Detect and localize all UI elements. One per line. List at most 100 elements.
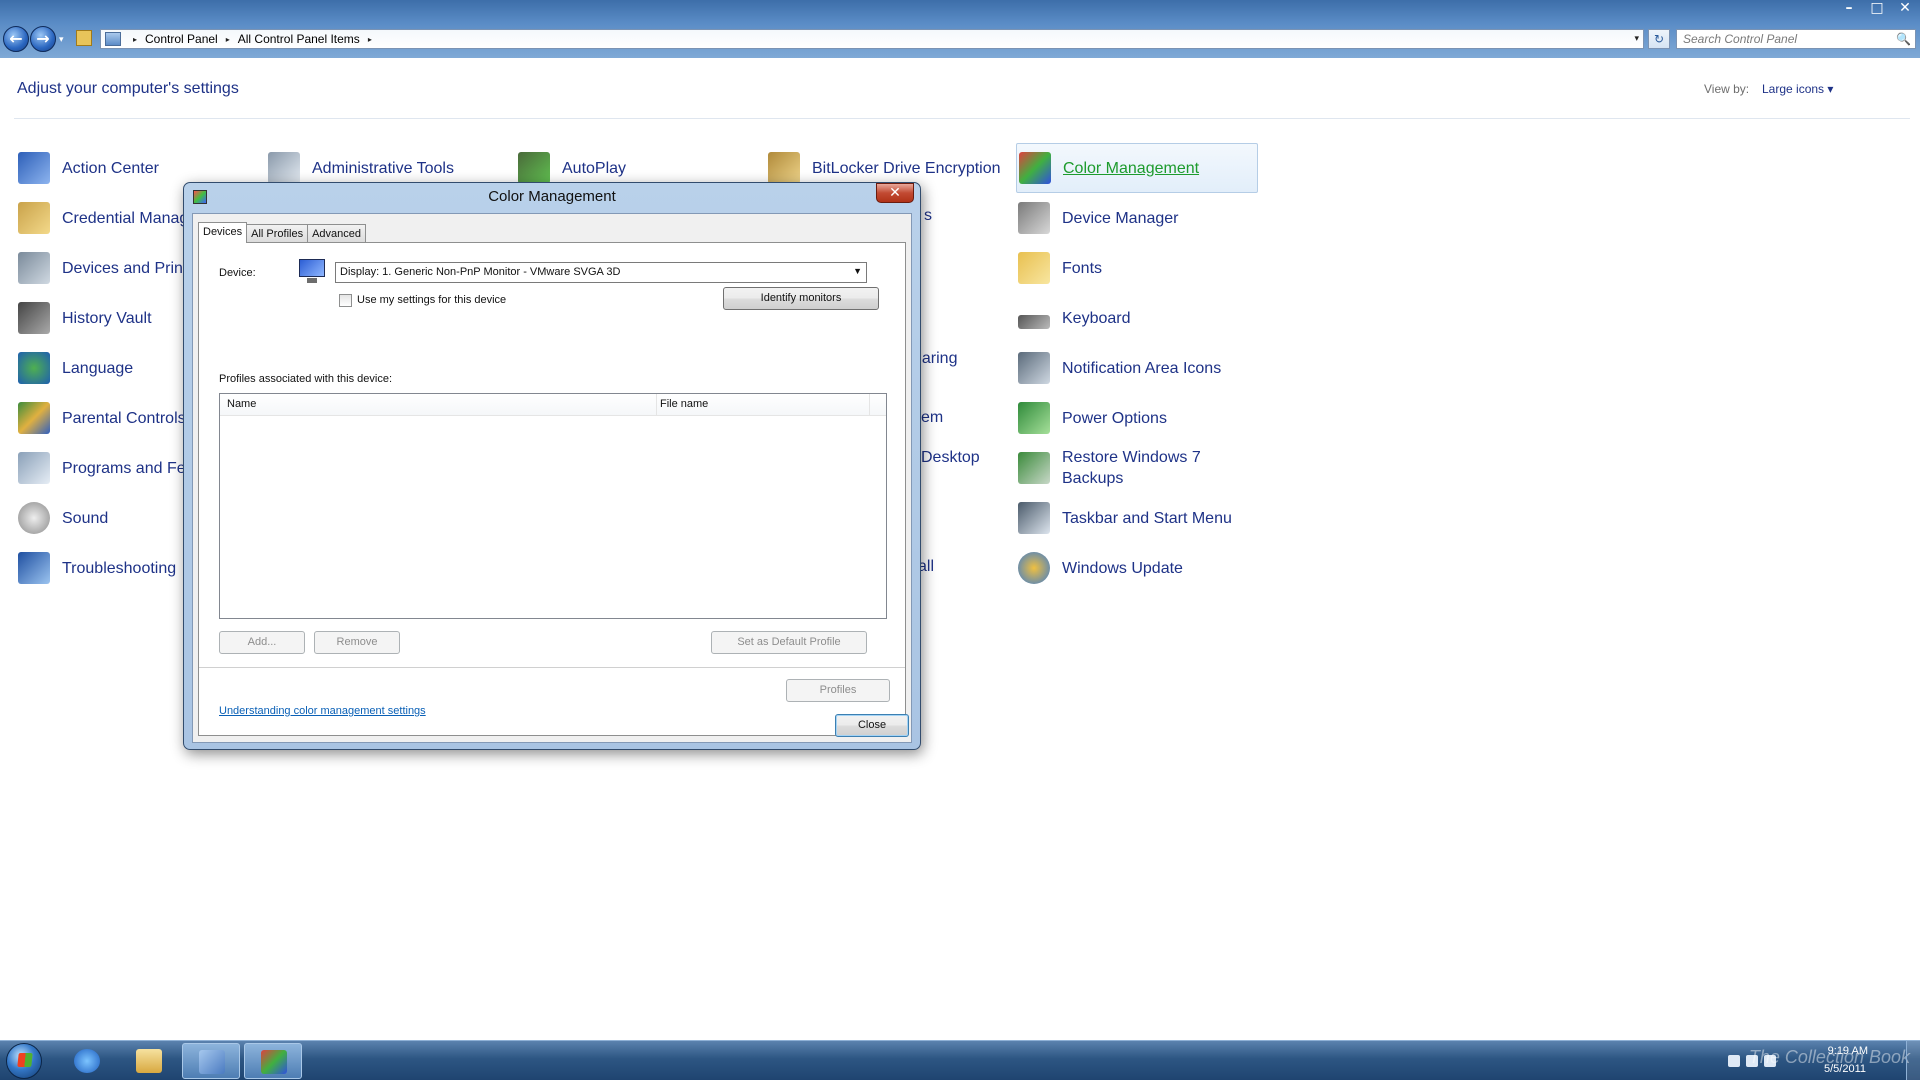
devices-tab-panel: Device: Display: 1. Generic Non-PnP Moni…: [198, 242, 906, 736]
action-center-flag-icon[interactable]: [1728, 1055, 1740, 1067]
hidden-item-label: em: [921, 409, 944, 426]
parental-controls-icon: [18, 402, 50, 434]
page-title: Adjust your computer's settings: [17, 80, 239, 97]
use-my-settings-checkbox[interactable]: [339, 294, 352, 307]
address-bar[interactable]: ▸ Control Panel ▸ All Control Panel Item…: [100, 29, 1644, 49]
taskbar-windows-explorer[interactable]: [120, 1043, 178, 1079]
cp-item-credential-manager[interactable]: Credential Manager: [18, 196, 203, 240]
cp-item-troubleshooting[interactable]: Troubleshooting: [18, 546, 176, 590]
folder-up-icon[interactable]: [76, 30, 92, 46]
autoplay-icon: [518, 152, 550, 184]
printer-icon: [18, 252, 50, 284]
cp-item-devices-and-printers[interactable]: Devices and Printers: [18, 246, 210, 290]
tab-devices[interactable]: Devices: [198, 222, 248, 243]
cp-item-label: Notification Area Icons: [1062, 359, 1222, 377]
cp-item-device-manager[interactable]: Device Manager: [1018, 196, 1179, 240]
taskbar-internet-explorer[interactable]: [58, 1043, 116, 1079]
refresh-button[interactable]: ↻: [1648, 29, 1670, 49]
breadcrumb-control-panel[interactable]: Control Panel: [145, 32, 218, 46]
start-button[interactable]: [6, 1043, 42, 1079]
chevron-down-icon: ▼: [853, 266, 862, 276]
cp-item-label: BitLocker Drive Encryption: [812, 159, 1001, 177]
column-divider[interactable]: [869, 394, 870, 416]
cp-item-action-center[interactable]: Action Center: [18, 146, 159, 190]
internet-explorer-icon: [74, 1049, 100, 1073]
minimize-button[interactable]: –: [1838, 0, 1860, 17]
address-history-dropdown[interactable]: ▾: [1634, 33, 1639, 44]
tab-all-profiles[interactable]: All Profiles: [246, 224, 309, 242]
breadcrumb-separator[interactable]: ▸: [226, 35, 230, 44]
control-panel-icon: [199, 1050, 225, 1074]
show-desktop-button[interactable]: [1906, 1041, 1920, 1080]
cp-item-label: Language: [62, 359, 134, 377]
taskbar-color-management[interactable]: [244, 1043, 302, 1079]
window-controls: – □ ✕: [1838, 0, 1916, 17]
search-placeholder: Search Control Panel: [1683, 32, 1798, 46]
search-icon[interactable]: 🔍: [1896, 32, 1911, 46]
cp-item-restore-backups[interactable]: Restore Windows 7 Backups: [1018, 446, 1242, 490]
cp-item-windows-update[interactable]: Windows Update: [1018, 546, 1183, 590]
profiles-button[interactable]: Profiles: [786, 679, 890, 702]
control-panel-icon: [105, 32, 121, 46]
recent-pages-dropdown[interactable]: ▾: [59, 34, 64, 45]
column-divider[interactable]: [656, 394, 657, 416]
cp-item-color-management[interactable]: Color Management: [1016, 143, 1258, 193]
hidden-item-label: l Desktop: [913, 449, 980, 466]
cp-item-taskbar-start-menu[interactable]: Taskbar and Start Menu: [1018, 496, 1232, 540]
maximize-button[interactable]: □: [1866, 0, 1888, 17]
cp-item-label: Fonts: [1062, 259, 1103, 277]
troubleshooting-icon: [18, 552, 50, 584]
cp-item-sound[interactable]: Sound: [18, 496, 108, 540]
device-dropdown[interactable]: Display: 1. Generic Non-PnP Monitor - VM…: [335, 262, 867, 283]
cp-item-history-vault[interactable]: History Vault: [18, 296, 152, 340]
cp-item-label: Taskbar and Start Menu: [1062, 509, 1232, 527]
fonts-folder-icon: [1018, 252, 1050, 284]
search-input[interactable]: Search Control Panel 🔍: [1676, 29, 1916, 49]
view-by-dropdown[interactable]: Large icons ▾: [1762, 82, 1833, 96]
taskbar: The Collection Book 9:19 AM 5/5/2011: [0, 1040, 1920, 1080]
clock-date[interactable]: 5/5/2011: [1824, 1063, 1866, 1075]
remove-profile-button[interactable]: Remove: [314, 631, 400, 654]
add-profile-button[interactable]: Add...: [219, 631, 305, 654]
dialog-close-icon[interactable]: ✕: [876, 183, 914, 203]
forward-button[interactable]: →: [30, 26, 56, 52]
column-header-file-name[interactable]: File name: [660, 398, 708, 410]
cp-item-label: Parental Controls: [62, 409, 186, 427]
close-window-button[interactable]: ✕: [1894, 0, 1916, 17]
set-default-profile-button[interactable]: Set as Default Profile: [711, 631, 867, 654]
cp-item-parental-controls[interactable]: Parental Controls: [18, 396, 186, 440]
color-management-icon: [261, 1050, 287, 1074]
flag-icon: [18, 152, 50, 184]
tab-advanced[interactable]: Advanced: [307, 224, 367, 242]
profiles-list[interactable]: Name File name: [219, 393, 887, 619]
breadcrumb-separator[interactable]: ▸: [133, 35, 137, 44]
cp-item-language[interactable]: Language: [18, 346, 133, 390]
close-dialog-button[interactable]: Close: [835, 714, 909, 737]
use-my-settings-label[interactable]: Use my settings for this device: [357, 294, 506, 306]
cp-item-label: Action Center: [62, 159, 159, 177]
breadcrumb-all-items[interactable]: All Control Panel Items: [238, 32, 360, 46]
back-button[interactable]: ←: [3, 26, 29, 52]
column-header-name[interactable]: Name: [227, 398, 256, 410]
clock-time[interactable]: 9:19 AM: [1828, 1045, 1868, 1057]
identify-monitors-button[interactable]: Identify monitors: [723, 287, 879, 310]
monitor-icon: [299, 259, 325, 283]
taskbar-icon: [1018, 502, 1050, 534]
battery-icon: [1018, 402, 1050, 434]
profiles-associated-label: Profiles associated with this device:: [219, 373, 393, 385]
taskbar-control-panel[interactable]: [182, 1043, 240, 1079]
windows-logo-icon: [17, 1053, 33, 1067]
cp-item-notification-area-icons[interactable]: Notification Area Icons: [1018, 346, 1221, 390]
vault-icon: [18, 202, 50, 234]
system-tray: The Collection Book 9:19 AM 5/5/2011: [1710, 1041, 1920, 1080]
cp-item-power-options[interactable]: Power Options: [1018, 396, 1167, 440]
dialog-tabs: Devices All Profiles Advanced: [198, 222, 367, 243]
color-management-help-link[interactable]: Understanding color management settings: [219, 705, 426, 717]
breadcrumb-separator[interactable]: ▸: [368, 35, 372, 44]
cp-item-label: Troubleshooting: [62, 559, 177, 577]
cp-item-label: Credential Manager: [62, 209, 203, 227]
cp-item-keyboard[interactable]: Keyboard: [1018, 296, 1131, 340]
cp-item-fonts[interactable]: Fonts: [1018, 246, 1102, 290]
globe-icon: [18, 352, 50, 384]
gears-icon: [268, 152, 300, 184]
